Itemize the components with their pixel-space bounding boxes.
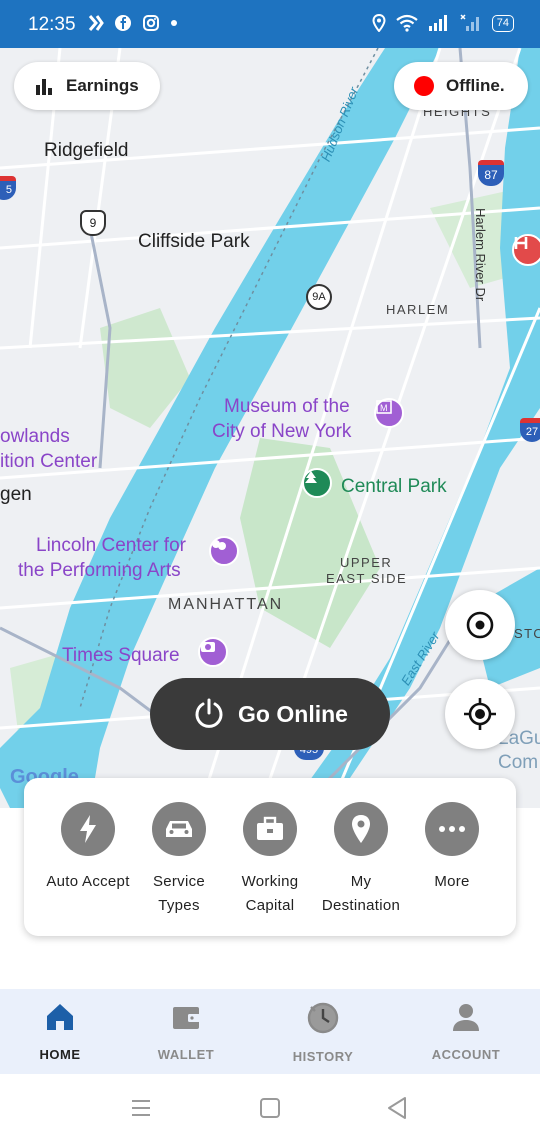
earnings-label: Earnings — [66, 76, 139, 95]
system-navigation-bar — [0, 1074, 540, 1140]
my-destination-label: My Destination — [321, 873, 401, 914]
place-times-square: Times Square — [62, 645, 180, 666]
place-museum-line1: Museum of the — [224, 396, 350, 417]
lightning-icon — [61, 802, 115, 856]
battery-icon: 74 — [491, 14, 514, 32]
go-online-button[interactable]: Go Online — [150, 678, 390, 750]
signal-off-icon — [460, 14, 479, 31]
place-ridgefield: Ridgefield — [44, 140, 129, 161]
place-manhattan: MANHATTAN — [168, 596, 284, 613]
place-gen: gen — [0, 484, 32, 505]
place-museum-line2: City of New York — [212, 421, 352, 442]
wifi-icon — [396, 14, 418, 32]
auto-accept-label: Auto Accept — [46, 873, 130, 890]
offline-status-dot — [414, 76, 434, 96]
my-destination-button[interactable]: My Destination — [313, 802, 409, 918]
recents-icon[interactable] — [130, 1098, 152, 1118]
nav-history-label: HISTORY — [292, 1049, 354, 1064]
status-bar: 12:35 74 — [0, 0, 540, 48]
route-9-shield: 9 — [80, 210, 106, 236]
nav-wallet[interactable]: WALLET — [126, 1001, 246, 1062]
back-icon[interactable] — [386, 1096, 408, 1120]
nav-account-label: ACCOUNT — [431, 1047, 501, 1062]
status-label: Offline. — [446, 76, 505, 95]
place-meadowlands-line2: ition Center — [0, 451, 98, 472]
place-lagu-line2: Com — [498, 752, 539, 773]
harlem-river-dr-label: Harlem River Dr — [473, 208, 488, 302]
recenter-button[interactable] — [445, 590, 515, 660]
power-icon — [195, 698, 223, 728]
place-lincoln-line1: Lincoln Center for — [36, 535, 186, 556]
nav-wallet-label: WALLET — [157, 1047, 215, 1062]
route-9a-shield: 9A — [306, 284, 332, 310]
working-capital-label: Working Capital — [241, 873, 299, 914]
theater-poi-icon[interactable] — [209, 536, 239, 566]
home-icon — [47, 1004, 73, 1030]
instagram-icon — [143, 15, 159, 31]
auto-accept-button[interactable]: Auto Accept — [40, 802, 136, 894]
status-time: 12:35 — [28, 14, 76, 35]
more-button[interactable]: More — [404, 802, 500, 894]
online-status-toggle[interactable]: Offline. — [394, 62, 528, 110]
wallet-icon — [173, 1007, 200, 1029]
facebook-icon — [115, 15, 131, 31]
my-location-button[interactable] — [445, 679, 515, 749]
nav-home[interactable]: HOME — [0, 1001, 120, 1062]
car-icon — [152, 802, 206, 856]
place-meadowlands-line1: owlands — [0, 426, 70, 447]
nav-history[interactable]: HISTORY — [263, 1001, 383, 1064]
place-upper-east-line2: EAST SIDE — [326, 571, 408, 586]
home-system-icon[interactable] — [259, 1097, 281, 1119]
target-icon — [466, 611, 494, 639]
park-poi-icon[interactable] — [302, 468, 332, 498]
place-lincoln-line2: the Performing Arts — [18, 560, 181, 581]
service-types-button[interactable]: Service Types — [131, 802, 227, 918]
bar-chart-icon — [36, 79, 52, 95]
svg-text:M: M — [380, 403, 388, 413]
hospital-poi-icon[interactable] — [512, 234, 540, 266]
museum-poi-icon[interactable]: M — [374, 398, 404, 428]
nav-home-label: HOME — [39, 1047, 81, 1062]
location-pin-icon — [334, 802, 388, 856]
briefcase-icon — [243, 802, 297, 856]
app-notification-icon — [88, 15, 104, 31]
nav-account[interactable]: ACCOUNT — [406, 1001, 526, 1062]
quick-actions-card: Auto Accept Service Types Working Capita… — [24, 778, 516, 936]
bottom-navigation: HOME WALLET HISTORY ACCOUNT — [0, 989, 540, 1074]
more-label: More — [434, 873, 470, 890]
route-87-shield: 87 — [478, 160, 504, 186]
more-dots-icon — [425, 802, 479, 856]
gps-crosshair-icon — [464, 698, 496, 730]
place-central-park: Central Park — [341, 476, 447, 497]
earnings-button[interactable]: Earnings — [14, 62, 160, 110]
place-cliffside-park: Cliffside Park — [138, 231, 250, 252]
history-icon — [307, 1002, 339, 1034]
place-sto: STO — [514, 626, 540, 641]
service-types-label: Service Types — [152, 873, 206, 914]
place-harlem: HARLEM — [386, 302, 450, 317]
route-27-shield: 27 — [520, 418, 540, 442]
signal-icon — [428, 15, 447, 31]
camera-poi-icon[interactable] — [198, 637, 228, 667]
dot-icon — [171, 20, 177, 26]
working-capital-button[interactable]: Working Capital — [222, 802, 318, 918]
place-upper-east-line1: UPPER — [340, 555, 393, 570]
location-status-icon — [372, 14, 386, 32]
go-online-label: Go Online — [238, 700, 348, 727]
account-icon — [453, 1004, 479, 1031]
